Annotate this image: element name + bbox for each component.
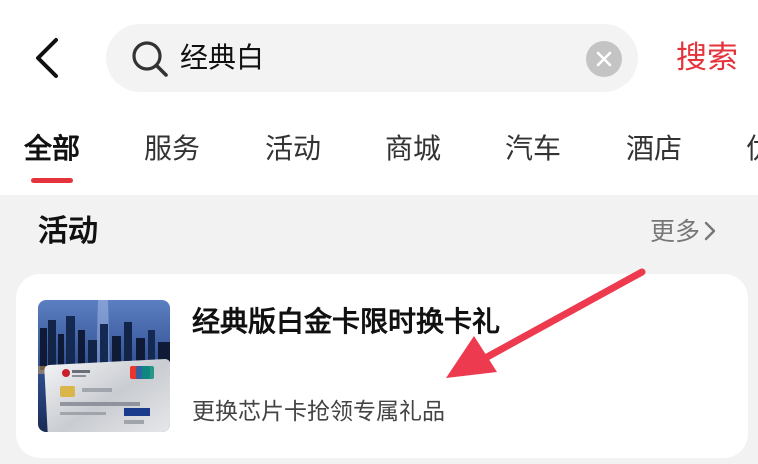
more-link[interactable]: 更多 <box>650 212 716 252</box>
tab-mall[interactable]: 商城 <box>385 126 441 172</box>
result-card[interactable]: 经典版白金卡限时换卡礼 更换芯片卡抢领专属礼品 <box>16 274 748 458</box>
more-link-label: 更多 <box>650 217 701 246</box>
card-thumbnail <box>38 300 170 432</box>
card-title: 经典版白金卡限时换卡礼 <box>192 305 501 338</box>
search-icon <box>132 41 168 77</box>
chevron-left-icon <box>36 38 58 78</box>
tab-all[interactable]: 全部 <box>24 126 80 172</box>
section-title: 活动 <box>38 214 98 249</box>
clear-search-button[interactable] <box>586 41 622 77</box>
active-tab-indicator <box>31 178 73 183</box>
chevron-right-icon <box>704 221 716 241</box>
credit-card-image <box>38 300 170 432</box>
tab-activity[interactable]: 活动 <box>265 126 321 172</box>
top-bar: 搜索 全部 服务 活动 商城 汽车 酒店 优 <box>0 0 758 195</box>
search-box[interactable] <box>106 24 638 92</box>
search-button[interactable]: 搜索 <box>676 36 738 80</box>
tab-offers-partial[interactable]: 优 <box>746 126 758 172</box>
tab-service[interactable]: 服务 <box>144 126 200 172</box>
tab-auto[interactable]: 汽车 <box>505 126 561 172</box>
search-input[interactable] <box>180 24 580 92</box>
back-button[interactable] <box>30 36 70 80</box>
tab-hotel[interactable]: 酒店 <box>626 126 682 172</box>
card-subtitle: 更换芯片卡抢领专属礼品 <box>192 399 445 425</box>
category-tabs: 全部 服务 活动 商城 汽车 酒店 优 <box>0 126 758 172</box>
close-icon <box>596 51 612 67</box>
